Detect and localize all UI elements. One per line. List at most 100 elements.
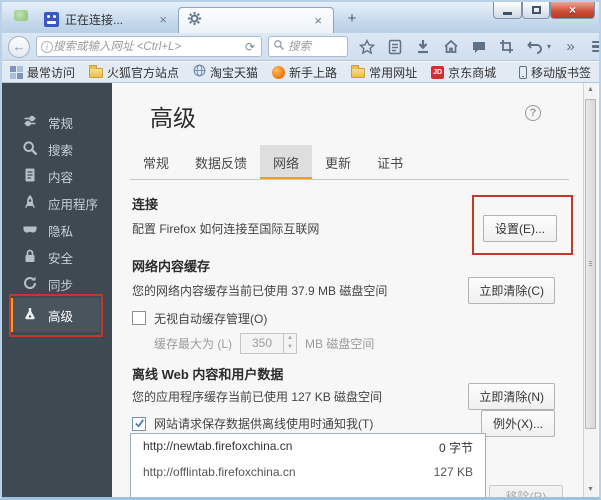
bookmark-getting-started[interactable]: 新手上路 xyxy=(272,64,337,81)
new-tab-button[interactable]: + xyxy=(340,10,364,29)
most-visited-icon xyxy=(10,66,23,79)
offline-header: 离线 Web 内容和用户数据 xyxy=(132,364,583,383)
app-icon xyxy=(14,10,28,21)
offline-notify-label: 网站请求保存数据供离线使用时通知我(T) xyxy=(154,415,481,432)
tab-data-choices[interactable]: 数据反馈 xyxy=(182,145,260,179)
scrollbar-thumb[interactable] xyxy=(585,99,596,429)
advanced-tabstrip: 常规 数据反馈 网络 更新 证书 xyxy=(130,145,569,180)
sidebar-item-search[interactable]: 搜索 xyxy=(2,136,112,163)
sidebar-item-content[interactable]: 内容 xyxy=(2,163,112,190)
cache-clear-button[interactable]: 立即清除(C) xyxy=(468,277,555,304)
preferences-main-pane: 高级 ? 常规 数据反馈 网络 更新 证书 连接 配置 Firefox 如何连接… xyxy=(112,83,583,497)
mobile-bookmarks[interactable]: 移动版书签 xyxy=(519,64,591,81)
offline-notify-checkbox[interactable] xyxy=(132,417,146,431)
url-input[interactable] xyxy=(53,38,243,55)
tab-general[interactable]: 常规 xyxy=(130,145,182,179)
advanced-icon xyxy=(22,306,38,325)
globe-icon xyxy=(193,64,206,80)
offline-usage-text: 您的应用程序缓存当前已使用 127 KB 磁盘空间 xyxy=(132,388,468,405)
cache-usage-text: 您的网络内容缓存当前已使用 37.9 MB 磁盘空间 xyxy=(132,282,468,299)
connection-header: 连接 xyxy=(132,194,583,213)
sync-icon xyxy=(22,275,38,294)
search-input[interactable] xyxy=(288,38,343,55)
bookmarks-menu-icon[interactable] xyxy=(386,38,403,55)
home-icon[interactable] xyxy=(442,38,459,55)
bookmarks-bar: 最常访问 火狐官方站点 淘宝天猫 新手上路 常用网址 JD 京东商城 移动版书签 xyxy=(2,62,599,83)
folder-icon xyxy=(89,68,103,78)
sidebar-item-privacy[interactable]: 隐私 xyxy=(2,217,112,244)
tab-network[interactable]: 网络 xyxy=(260,145,312,179)
undo-dropdown-caret-icon[interactable]: ▾ xyxy=(547,42,551,51)
sidebar-item-applications[interactable]: 应用程序 xyxy=(2,190,112,217)
navigation-toolbar: ← i ⟳ xyxy=(2,33,599,61)
bookmark-most-visited[interactable]: 最常访问 xyxy=(10,64,75,81)
window-controls: × xyxy=(493,2,595,19)
folder-icon xyxy=(351,68,365,78)
firefoxchina-favicon xyxy=(44,12,59,27)
menu-icon[interactable] xyxy=(590,38,601,55)
downloads-icon[interactable] xyxy=(414,38,431,55)
bookmark-star-icon[interactable] xyxy=(358,38,375,55)
minimize-button[interactable] xyxy=(493,2,522,19)
tab-update[interactable]: 更新 xyxy=(312,145,364,179)
content-scrollbar[interactable]: ▲ ▼ xyxy=(583,83,597,497)
connection-description: 配置 Firefox 如何连接至国际互联网 xyxy=(132,220,483,237)
back-button[interactable]: ← xyxy=(8,36,30,58)
search-icon xyxy=(273,38,285,56)
maximize-button[interactable] xyxy=(522,2,550,19)
remove-site-button[interactable]: 移除(R) xyxy=(489,485,563,497)
toolbar-icons: ▾ » xyxy=(358,38,601,55)
offline-site-row[interactable]: http://offlintab.firefoxchina.cn 127 KB xyxy=(131,460,485,483)
offline-site-row[interactable]: http://newtab.firefoxchina.cn 0 字节 xyxy=(131,434,485,460)
undo-icon[interactable] xyxy=(526,38,543,55)
offline-sites-listbox[interactable]: http://newtab.firefoxchina.cn 0 字节 http:… xyxy=(130,433,486,497)
sidebar-item-advanced[interactable]: 高级 xyxy=(10,298,100,332)
firefox-icon xyxy=(272,66,285,79)
reload-icon[interactable]: ⟳ xyxy=(243,40,257,54)
gear-favicon-icon xyxy=(187,11,202,31)
mask-icon xyxy=(22,221,38,240)
sidebar-item-general[interactable]: 常规 xyxy=(2,109,112,136)
cache-header: 网络内容缓存 xyxy=(132,256,583,275)
phone-icon xyxy=(519,66,527,79)
bookmark-taobao[interactable]: 淘宝天猫 xyxy=(193,64,258,81)
sidebar-item-security[interactable]: 安全 xyxy=(2,244,112,271)
identity-icon[interactable]: i xyxy=(41,41,53,53)
tab-certificates[interactable]: 证书 xyxy=(364,145,416,179)
search-icon xyxy=(22,140,38,159)
page-title: 高级 xyxy=(150,99,196,133)
url-bar[interactable]: i ⟳ xyxy=(36,36,262,57)
hello-chat-icon[interactable] xyxy=(470,38,487,55)
offline-exceptions-button[interactable]: 例外(X)... xyxy=(481,410,555,437)
sidebar-item-sync[interactable]: 同步 xyxy=(2,271,112,298)
help-icon[interactable]: ? xyxy=(525,105,541,121)
site-url: http://newtab.firefoxchina.cn xyxy=(143,439,292,456)
tab-close-icon[interactable]: × xyxy=(311,13,325,28)
close-button[interactable]: × xyxy=(550,2,595,19)
connection-settings-button[interactable]: 设置(E)... xyxy=(483,215,557,242)
tab-title: 正在连接... xyxy=(65,11,150,28)
tab-preferences[interactable]: × xyxy=(178,7,334,33)
bookmark-folder-common-sites[interactable]: 常用网址 xyxy=(351,64,417,81)
offline-clear-button[interactable]: 立即清除(N) xyxy=(468,383,555,410)
browser-window: 正在连接... × × + × xyxy=(0,0,601,500)
tab-connecting[interactable]: 正在连接... × xyxy=(38,7,176,32)
rocket-icon xyxy=(22,194,38,213)
bookmark-folder-firefox-official[interactable]: 火狐官方站点 xyxy=(89,64,179,81)
site-size: 127 KB xyxy=(434,465,473,479)
scroll-up-arrow-icon[interactable]: ▲ xyxy=(584,83,597,97)
jd-icon: JD xyxy=(431,66,444,79)
share-icon[interactable] xyxy=(498,38,515,55)
overflow-chevron-icon[interactable]: » xyxy=(562,38,579,55)
cache-limit-label: 缓存最大为 (L) xyxy=(154,335,232,352)
override-cache-checkbox[interactable] xyxy=(132,311,146,325)
scroll-down-arrow-icon[interactable]: ▼ xyxy=(584,483,597,497)
site-size: 0 字节 xyxy=(439,439,473,456)
spinner-arrows[interactable]: ▲▼ xyxy=(283,334,296,353)
search-bar[interactable] xyxy=(268,36,348,57)
cache-limit-value[interactable]: 350 xyxy=(241,334,283,353)
cache-limit-spinner[interactable]: 350 ▲▼ xyxy=(240,333,297,354)
bookmark-jd[interactable]: JD 京东商城 xyxy=(431,64,496,81)
title-bar: 正在连接... × × + × xyxy=(2,2,599,33)
tab-close-icon[interactable]: × xyxy=(156,12,170,27)
